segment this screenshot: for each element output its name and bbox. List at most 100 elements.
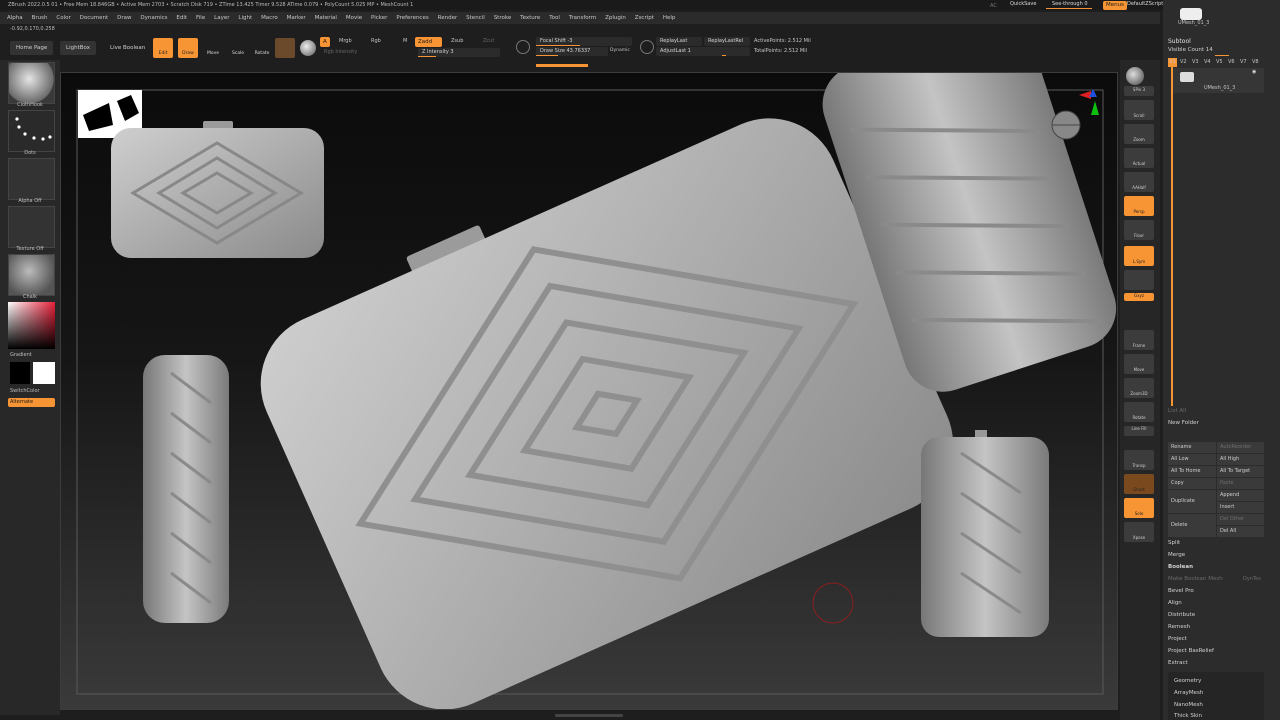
menu-dynamics[interactable]: Dynamics (140, 12, 167, 24)
scroll-button[interactable]: Scroll (1124, 100, 1154, 120)
version-v3[interactable]: V3 (1192, 58, 1199, 67)
menu-help[interactable]: Help (663, 12, 676, 24)
replay-icon[interactable] (640, 40, 654, 54)
dyntes-toggle[interactable]: DynTes (1243, 575, 1261, 584)
list-all-button[interactable]: List All (1168, 406, 1268, 417)
material-thumbnail-icon[interactable] (8, 254, 55, 296)
menu-picker[interactable]: Picker (371, 12, 387, 24)
menu-brush[interactable]: Brush (32, 12, 48, 24)
menu-stencil[interactable]: Stencil (466, 12, 485, 24)
actual-button[interactable]: Actual (1124, 148, 1154, 168)
sphere-preview-icon[interactable] (1126, 67, 1144, 85)
version-v7[interactable]: V7 (1240, 58, 1247, 67)
home-page-button[interactable]: Home Page (10, 41, 54, 55)
lightbox-button[interactable]: LightBox (60, 41, 96, 55)
texture-thumbnail-icon[interactable] (8, 206, 55, 248)
canvas-viewport[interactable] (60, 72, 1118, 710)
rotate-mode-button[interactable]: Rotate (252, 38, 272, 58)
draw-mode-button[interactable]: Draw (178, 38, 198, 58)
brush-sphere-icon[interactable] (300, 40, 316, 56)
live-boolean-button[interactable]: Live Boolean (104, 41, 151, 55)
bevel-pro-section[interactable]: Bevel Pro (1168, 586, 1268, 597)
version-v4[interactable]: V4 (1204, 58, 1211, 67)
all-low-button[interactable]: All Low (1168, 454, 1216, 465)
mrgb-toggle[interactable]: Mrgb (339, 37, 352, 46)
focal-shift-slider[interactable]: Focal Shift -3 (536, 37, 632, 46)
menu-tool[interactable]: Tool (549, 12, 560, 24)
menu-marker[interactable]: Marker (287, 12, 306, 24)
menu-color[interactable]: Color (56, 12, 70, 24)
menu-transform[interactable]: Transform (569, 12, 596, 24)
color-picker[interactable] (8, 302, 55, 349)
menu-alpha[interactable]: Alpha (7, 12, 23, 24)
m-toggle[interactable]: M (403, 37, 407, 46)
alpha-thumbnail-icon[interactable] (8, 158, 55, 200)
frame-button[interactable]: Frame (1124, 330, 1154, 350)
move-mode-button[interactable]: Move (203, 38, 223, 58)
all-to-target-button[interactable]: All To Target (1217, 466, 1264, 477)
version-v6[interactable]: V6 (1228, 58, 1235, 67)
solo-button[interactable]: Solo (1124, 498, 1154, 518)
arraymesh-section[interactable]: ArrayMesh (1174, 688, 1274, 699)
primary-color-swatch[interactable] (33, 362, 55, 384)
lsym-button[interactable]: L.Sym (1124, 246, 1154, 266)
floor-button[interactable]: Floor (1124, 220, 1154, 240)
boolean-section[interactable]: Boolean (1168, 562, 1268, 573)
secondary-color-swatch[interactable] (10, 362, 30, 384)
autoreorder-button[interactable]: AutoReorder (1217, 442, 1264, 453)
menu-material[interactable]: Material (315, 12, 337, 24)
menu-movie[interactable]: Movie (346, 12, 362, 24)
persp-button[interactable]: Persp (1124, 196, 1154, 216)
rgb-intensity-slider[interactable]: Rgb Intensity (320, 48, 416, 57)
default-zscript-button[interactable]: DefaultZScript (1127, 0, 1163, 9)
eye-icon[interactable]: ◉ (1252, 68, 1256, 77)
menu-document[interactable]: Document (80, 12, 109, 24)
project-basrelief-section[interactable]: Project BasRelief (1168, 646, 1268, 657)
sculpt-canvas[interactable] (61, 73, 1118, 710)
menu-draw[interactable]: Draw (117, 12, 131, 24)
distribute-section[interactable]: Distribute (1168, 610, 1268, 621)
menu-preferences[interactable]: Preferences (396, 12, 428, 24)
duplicate-button[interactable]: Duplicate (1168, 490, 1216, 513)
project-section[interactable]: Project (1168, 634, 1268, 645)
menu-macro[interactable]: Macro (261, 12, 278, 24)
scale-mode-button[interactable]: Scale (228, 38, 248, 58)
menu-zplugin[interactable]: Zplugin (605, 12, 626, 24)
menu-stroke[interactable]: Stroke (494, 12, 512, 24)
rotate-button[interactable]: Rotate (1124, 402, 1154, 422)
brush-thumbnail-icon[interactable] (8, 62, 55, 104)
gxyz-button[interactable]: Gxyz (1124, 293, 1154, 301)
xpose-button[interactable]: Xpose (1124, 522, 1154, 542)
menu-texture[interactable]: Texture (520, 12, 540, 24)
split-section[interactable]: Split (1168, 538, 1268, 549)
draw-size-slider[interactable]: Draw Size 43.76337 (536, 47, 608, 56)
rename-button[interactable]: Rename (1168, 442, 1216, 453)
transp-button[interactable]: Transp (1124, 450, 1154, 470)
edit-mode-button[interactable]: Edit (153, 38, 173, 58)
material-swatch-icon[interactable] (275, 38, 295, 58)
all-to-home-button[interactable]: All To Home (1168, 466, 1216, 477)
zoom3d-button[interactable]: Zoom3D (1124, 378, 1154, 398)
new-folder-button[interactable]: New Folder (1168, 418, 1268, 429)
line-fill-button[interactable]: Line Fill (1124, 426, 1154, 436)
del-other-button[interactable]: Del Other (1217, 514, 1264, 525)
stroke-thumbnail-icon[interactable] (8, 110, 55, 152)
del-all-button[interactable]: Del All (1217, 526, 1264, 537)
move-button[interactable]: Move (1124, 354, 1154, 374)
align-section[interactable]: Align (1168, 598, 1268, 609)
zcut-toggle[interactable]: Zcut (483, 37, 494, 46)
geometry-section[interactable]: Geometry (1174, 676, 1274, 687)
delete-button[interactable]: Delete (1168, 514, 1216, 537)
focal-icon[interactable] (516, 40, 530, 54)
menu-render[interactable]: Render (438, 12, 458, 24)
alternate-button[interactable]: Alternate (8, 398, 55, 407)
thick-skin-section[interactable]: Thick Skin (1174, 711, 1274, 720)
append-button[interactable]: Append (1217, 490, 1264, 501)
subtool-scrollbar[interactable] (1171, 66, 1173, 406)
dynamic-button[interactable]: Dynamic (610, 46, 630, 55)
all-high-button[interactable]: All High (1217, 454, 1264, 465)
replay-last-button[interactable]: ReplayLast (656, 37, 702, 46)
zoom-button[interactable]: Zoom (1124, 124, 1154, 144)
menu-edit[interactable]: Edit (176, 12, 187, 24)
adjust-last-slider[interactable]: AdjustLast 1 (656, 47, 750, 56)
